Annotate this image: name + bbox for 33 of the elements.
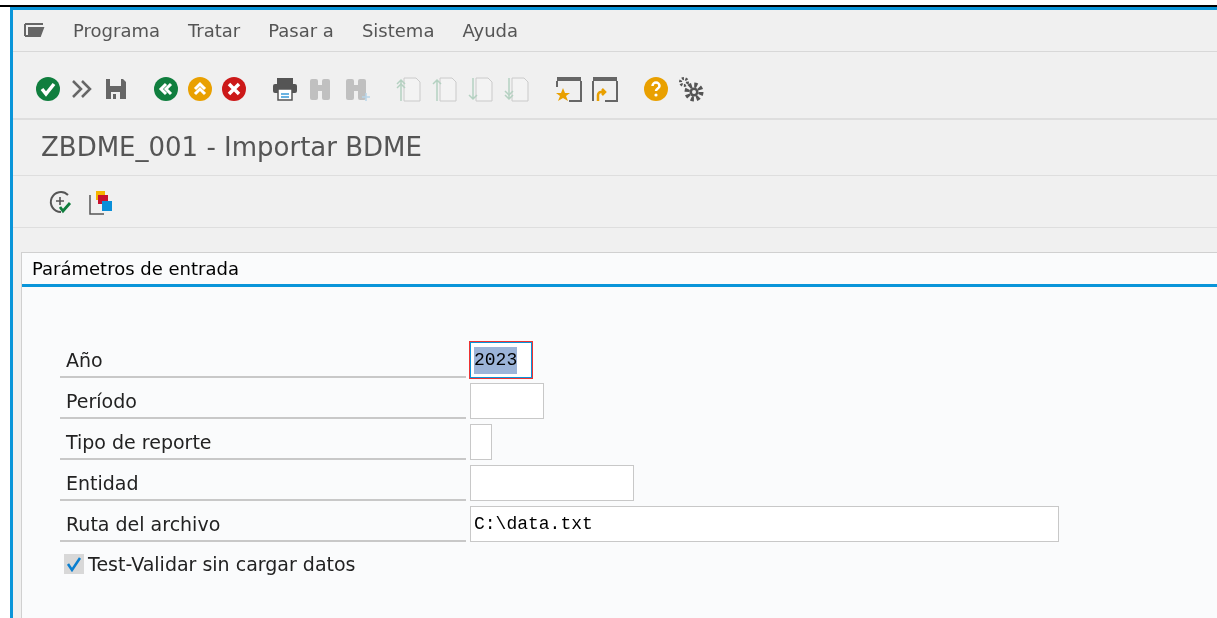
- field-label: Entidad: [60, 468, 466, 501]
- field-value: C:\data.txt: [474, 512, 593, 536]
- screen-title: ZBDME_001 - Importar BDME: [41, 131, 422, 164]
- checkmark-icon[interactable]: [35, 76, 61, 102]
- menu-item[interactable]: Programa: [73, 17, 160, 44]
- input-field[interactable]: C:\data.txt: [470, 506, 1059, 542]
- field-label: Período: [60, 386, 466, 419]
- checkmark-icon: [66, 556, 82, 573]
- menu-icon[interactable]: [23, 21, 45, 40]
- menu-item[interactable]: Tratar: [188, 17, 241, 44]
- settings-icon[interactable]: [677, 75, 705, 103]
- input-field[interactable]: 2023: [470, 342, 532, 378]
- window-arrow-icon[interactable]: [591, 75, 619, 103]
- save-icon[interactable]: [103, 76, 129, 102]
- field-label: Ruta del archivo: [60, 509, 466, 542]
- group-title: Parámetros de entrada: [32, 258, 239, 279]
- menu-item[interactable]: Ayuda: [462, 17, 519, 44]
- checkbox-label: Test-Validar sin cargar datos: [88, 552, 356, 577]
- printer-icon[interactable]: [271, 76, 299, 102]
- menu-item[interactable]: Pasar a: [268, 17, 334, 44]
- input-field[interactable]: [470, 383, 544, 419]
- field-label: Tipo de reporte: [60, 427, 466, 460]
- checkbox[interactable]: [64, 554, 84, 575]
- field-label: Año: [60, 345, 466, 378]
- input-field[interactable]: [470, 465, 634, 501]
- window-star-icon[interactable]: [555, 75, 583, 103]
- input-field[interactable]: [470, 424, 492, 460]
- cancel-icon[interactable]: [221, 76, 247, 102]
- variants-icon[interactable]: [88, 188, 114, 215]
- field-value: 2023: [474, 346, 518, 374]
- menu-item[interactable]: Sistema: [361, 17, 435, 44]
- back-icon[interactable]: [153, 76, 179, 102]
- execute-icon[interactable]: [48, 188, 74, 215]
